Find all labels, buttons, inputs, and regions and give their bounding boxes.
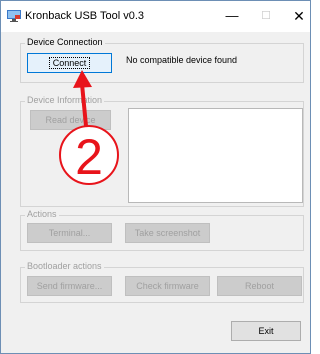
arrowhead-icon [73,70,92,88]
step-number: 2 [75,129,103,185]
tutorial-annotation: 2 [59,70,119,185]
annotation-arrow-icon [80,83,88,127]
